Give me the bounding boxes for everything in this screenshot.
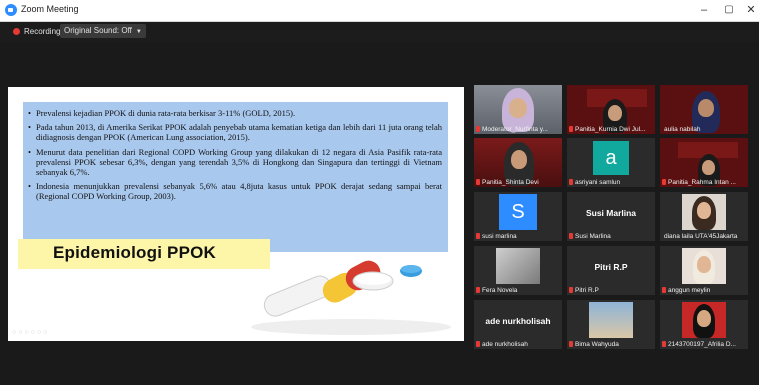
participant-tile[interactable]: a asriyani samlun	[567, 138, 655, 187]
participant-name: Moderator_Nurfinta y...	[482, 126, 548, 133]
slide-bullet-list: Prevalensi kejadian PPOK di dunia rata-r…	[28, 108, 442, 206]
mic-muted-icon	[569, 126, 573, 132]
participant-name: Panitia_Shinta Devi	[482, 179, 539, 186]
slide-bullet: Menurut data penelitian dari Regional CO…	[28, 147, 442, 178]
pills-image	[251, 260, 451, 335]
participant-face	[509, 98, 527, 118]
participant-tile-active-speaker[interactable]: aulia nabilah	[660, 85, 748, 134]
close-button[interactable]: ✕	[737, 2, 759, 18]
participant-display-name: Susi Marlina	[585, 208, 637, 218]
participant-name: Panitia_Kurnia Dwi Jul...	[575, 126, 646, 133]
meeting-toolbar: Recording Original Sound: Off ▼	[0, 22, 759, 42]
participant-tile[interactable]: Panitia_Kurnia Dwi Jul...	[567, 85, 655, 134]
participant-tile[interactable]: anggun meylin	[660, 246, 748, 295]
participant-face	[697, 202, 711, 219]
mic-muted-icon	[569, 341, 573, 347]
participant-name: Bima Wahyuda	[575, 341, 619, 348]
participant-tile[interactable]: 2143700197_Afrilia D...	[660, 300, 748, 349]
participant-tile[interactable]: Susi Marlina Susi Marlina	[567, 192, 655, 241]
title-bar: Zoom Meeting – ▢ ✕	[0, 0, 759, 22]
participant-tile[interactable]: Panitia_Rahma Intan ...	[660, 138, 748, 187]
original-sound-button[interactable]: Original Sound: Off ▼	[60, 24, 146, 38]
slide-bullet: Prevalensi kejadian PPOK di dunia rata-r…	[28, 108, 442, 118]
participant-face	[511, 150, 527, 169]
mic-muted-icon	[476, 233, 480, 239]
original-sound-label: Original Sound: Off	[64, 26, 132, 35]
participant-name: aulia nabilah	[664, 126, 701, 133]
participant-tile[interactable]: Bima Wahyuda	[567, 300, 655, 349]
mic-muted-icon	[476, 126, 480, 132]
participant-tile[interactable]: Panitia_Shinta Devi	[474, 138, 562, 187]
mic-muted-icon	[662, 179, 666, 185]
participant-name: anggun meylin	[668, 287, 711, 294]
profile-photo	[589, 302, 633, 338]
participant-display-name: Pitri R.P	[594, 262, 628, 272]
slide-navigation-controls[interactable]: ○○○○○○	[12, 329, 49, 336]
mic-muted-icon	[662, 341, 666, 347]
zoom-logo-icon	[5, 4, 17, 16]
mic-muted-icon	[569, 179, 573, 185]
participant-avatar: S	[499, 194, 537, 230]
recording-icon	[13, 28, 20, 35]
participant-name: susi marlina	[482, 233, 517, 240]
participant-tile[interactable]: Pitri R.P Pitri R.P	[567, 246, 655, 295]
shared-screen: Prevalensi kejadian PPOK di dunia rata-r…	[8, 87, 464, 341]
participant-display-name: ade nurkholisah	[485, 316, 551, 326]
participant-tile[interactable]: Moderator_Nurfinta y...	[474, 85, 562, 134]
participant-face	[608, 105, 622, 121]
recording-label[interactable]: Recording	[24, 27, 60, 36]
chevron-down-icon[interactable]: ▼	[136, 29, 142, 35]
mic-muted-icon	[569, 287, 573, 293]
participant-name: Pitri R.P	[575, 287, 599, 294]
participant-face	[697, 256, 711, 273]
participant-name: ade nurkholisah	[482, 341, 528, 348]
participant-face	[702, 160, 715, 175]
participant-name: 2143700197_Afrilia D...	[668, 341, 736, 348]
slide-bullet: Indonesia menunjukkan prevalensi sebanya…	[28, 181, 442, 201]
participant-name: Susi Marlina	[575, 233, 611, 240]
participant-tile[interactable]: S susi marlina	[474, 192, 562, 241]
mic-muted-icon	[476, 341, 480, 347]
mic-muted-icon	[569, 233, 573, 239]
participant-tile[interactable]: Fera Novela	[474, 246, 562, 295]
participant-name: asriyani samlun	[575, 179, 621, 186]
participant-avatar: a	[593, 141, 629, 175]
mic-muted-icon	[662, 287, 666, 293]
participant-tile[interactable]: diana laila UTA'45Jakarta	[660, 192, 748, 241]
slide-title: Epidemiologi PPOK	[53, 243, 217, 262]
window-title: Zoom Meeting	[21, 4, 79, 14]
participant-face	[698, 99, 714, 117]
minimize-button[interactable]: –	[690, 2, 718, 18]
participant-name: Panitia_Rahma Intan ...	[668, 179, 736, 186]
slide-bullet: Pada tahun 2013, di Amerika Serikat PPOK…	[28, 122, 442, 142]
profile-photo	[496, 248, 540, 284]
mic-muted-icon	[476, 179, 480, 185]
participant-name: Fera Novela	[482, 287, 518, 294]
mic-muted-icon	[476, 287, 480, 293]
participant-face	[697, 310, 711, 327]
participant-name: diana laila UTA'45Jakarta	[664, 233, 738, 240]
participant-tile[interactable]: ade nurkholisah ade nurkholisah	[474, 300, 562, 349]
